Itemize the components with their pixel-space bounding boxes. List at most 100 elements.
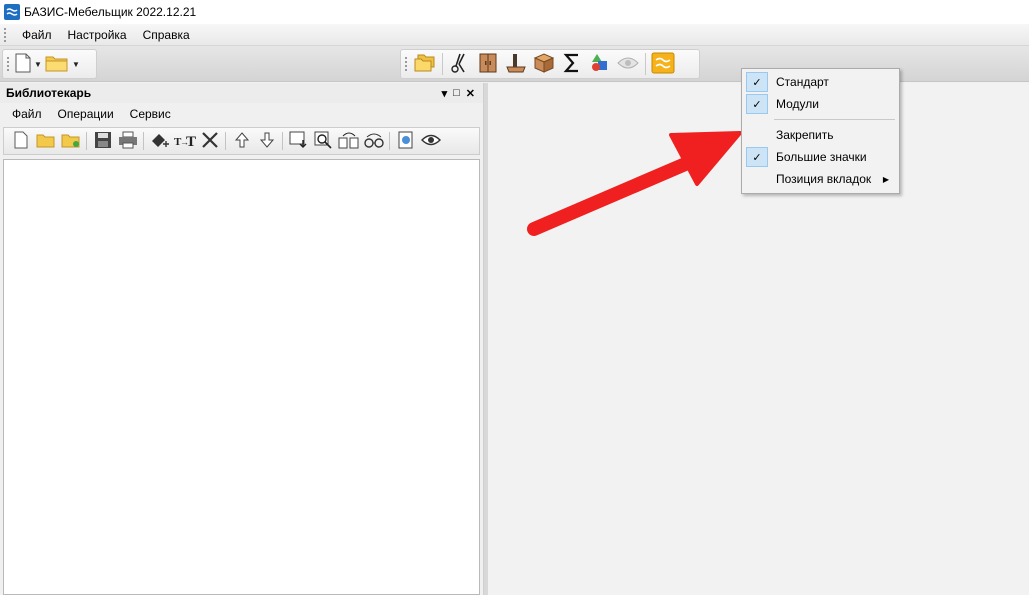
ctx-item-pin[interactable]: Закрепить [744,124,897,146]
new-document-button[interactable] [13,51,33,77]
estimate-button[interactable] [558,51,586,77]
lib-preview-button[interactable] [393,129,418,153]
lib-move-up-button[interactable] [229,129,254,153]
menu-settings[interactable]: Настройка [60,26,135,44]
ctx-check-empty [746,125,768,145]
replace-icon [338,131,360,152]
ctx-item-modules[interactable]: ✓ Модули [744,93,897,115]
toolbar-context-menu: ✓ Стандарт ✓ Модули Закрепить ✓ Большие … [741,68,900,194]
cutting-button[interactable] [446,51,474,77]
lib-replace-button[interactable] [336,129,361,153]
project-folders-button[interactable] [411,51,439,77]
pin-dropdown-icon[interactable]: ▾ [442,87,448,100]
lib-add-folder-button[interactable] [58,129,83,153]
library-title: Библиотекарь [6,86,92,100]
menubar-grip[interactable] [4,27,8,42]
ctx-item-large-icons[interactable]: ✓ Большие значки [744,146,897,168]
toolbar-grip[interactable] [7,57,11,71]
ctx-label-tab-position: Позиция вкладок [776,172,872,186]
cabinet-button[interactable] [474,51,502,77]
library-toolbar-separator [86,132,87,150]
new-document-dropdown[interactable]: ▼ [33,51,43,77]
library-toolbar-separator-2 [143,132,144,150]
library-toolbar: T → T [3,127,480,155]
new-file-icon [13,131,29,152]
open-folder-icon [36,132,56,151]
add-folder-icon [61,132,81,151]
ctx-item-tab-position[interactable]: Позиция вкладок ▶ [744,168,897,190]
main-menubar: Файл Настройка Справка [0,24,1029,46]
lib-open-button[interactable] [33,129,58,153]
cabinet-icon [478,52,498,77]
ctx-check-empty [746,169,768,189]
toolbar-separator [442,53,443,75]
lib-save-button[interactable] [90,129,115,153]
save-icon [94,131,112,152]
import-icon [289,131,309,152]
library-menu-service[interactable]: Сервис [122,105,179,123]
menu-file[interactable]: Файл [14,26,60,44]
library-content-area[interactable] [3,159,480,595]
packaging-button[interactable] [530,51,558,77]
lib-search-button[interactable] [311,129,336,153]
check-icon: ✓ [746,94,768,114]
printer-icon [118,131,138,152]
library-toolbar-separator-5 [389,132,390,150]
folder-icon [45,53,69,76]
delete-x-icon [201,131,219,152]
app-icon [4,4,20,20]
lib-new-button[interactable] [8,129,33,153]
svg-text:T: T [186,134,196,148]
library-menu-operations[interactable]: Операции [50,105,122,123]
library-menu-file[interactable]: Файл [4,105,50,123]
eraser-icon [150,131,170,152]
visibility-button[interactable] [614,51,642,77]
fitting-icon [505,52,527,77]
title-bar: БАЗИС-Мебельщик 2022.12.21 [0,0,1029,24]
ctx-item-standard[interactable]: ✓ Стандарт [744,71,897,93]
check-icon: ✓ [746,147,768,167]
close-icon[interactable]: ✕ [466,87,475,100]
library-menubar: Файл Операции Сервис [0,103,483,125]
library-toolbar-separator-4 [282,132,283,150]
lib-import-button[interactable] [286,129,311,153]
eye-icon [617,55,639,74]
glasses-icon [363,131,385,152]
library-toolbar-separator-3 [225,132,226,150]
maximize-icon[interactable]: □ [453,87,460,100]
fittings-button[interactable] [502,51,530,77]
materials-button[interactable] [586,51,614,77]
lib-compare-button[interactable] [361,129,386,153]
lib-rename-button[interactable]: T → T [172,129,197,153]
shapes-icon [589,52,611,77]
library-panel: Библиотекарь ▾ □ ✕ Файл Операции Сервис … [0,83,484,595]
modules-toolbar-grip[interactable] [405,57,409,71]
box-icon [533,52,555,77]
scissors-icon [450,52,470,77]
ctx-label-standard: Стандарт [776,75,829,89]
open-folder-button[interactable] [43,51,71,77]
window-title: БАЗИС-Мебельщик 2022.12.21 [24,5,197,19]
lib-print-button[interactable] [115,129,140,153]
ctx-separator [774,119,895,120]
lib-move-down-button[interactable] [254,129,279,153]
lib-view-button[interactable] [418,129,443,153]
library-window-controls: ▾ □ ✕ [442,87,483,100]
sigma-icon [562,52,582,77]
open-folder-dropdown[interactable]: ▼ [71,51,81,77]
ctx-label-pin: Закрепить [776,128,834,142]
preview-icon [397,131,415,152]
submenu-arrow-icon: ▶ [882,174,889,184]
lib-delete-button[interactable] [197,129,222,153]
arrow-up-icon [234,131,250,152]
ctx-label-large-icons: Большие значки [776,150,867,164]
folders-icon [414,53,436,76]
basis-logo-icon [651,52,675,77]
basis-logo-button[interactable] [649,51,677,77]
library-header: Библиотекарь ▾ □ ✕ [0,83,483,103]
new-document-icon [14,53,32,76]
menu-help[interactable]: Справка [135,26,198,44]
lib-erase-button[interactable] [147,129,172,153]
standard-toolbar: ▼ ▼ [2,49,97,79]
modules-toolbar [400,49,700,79]
